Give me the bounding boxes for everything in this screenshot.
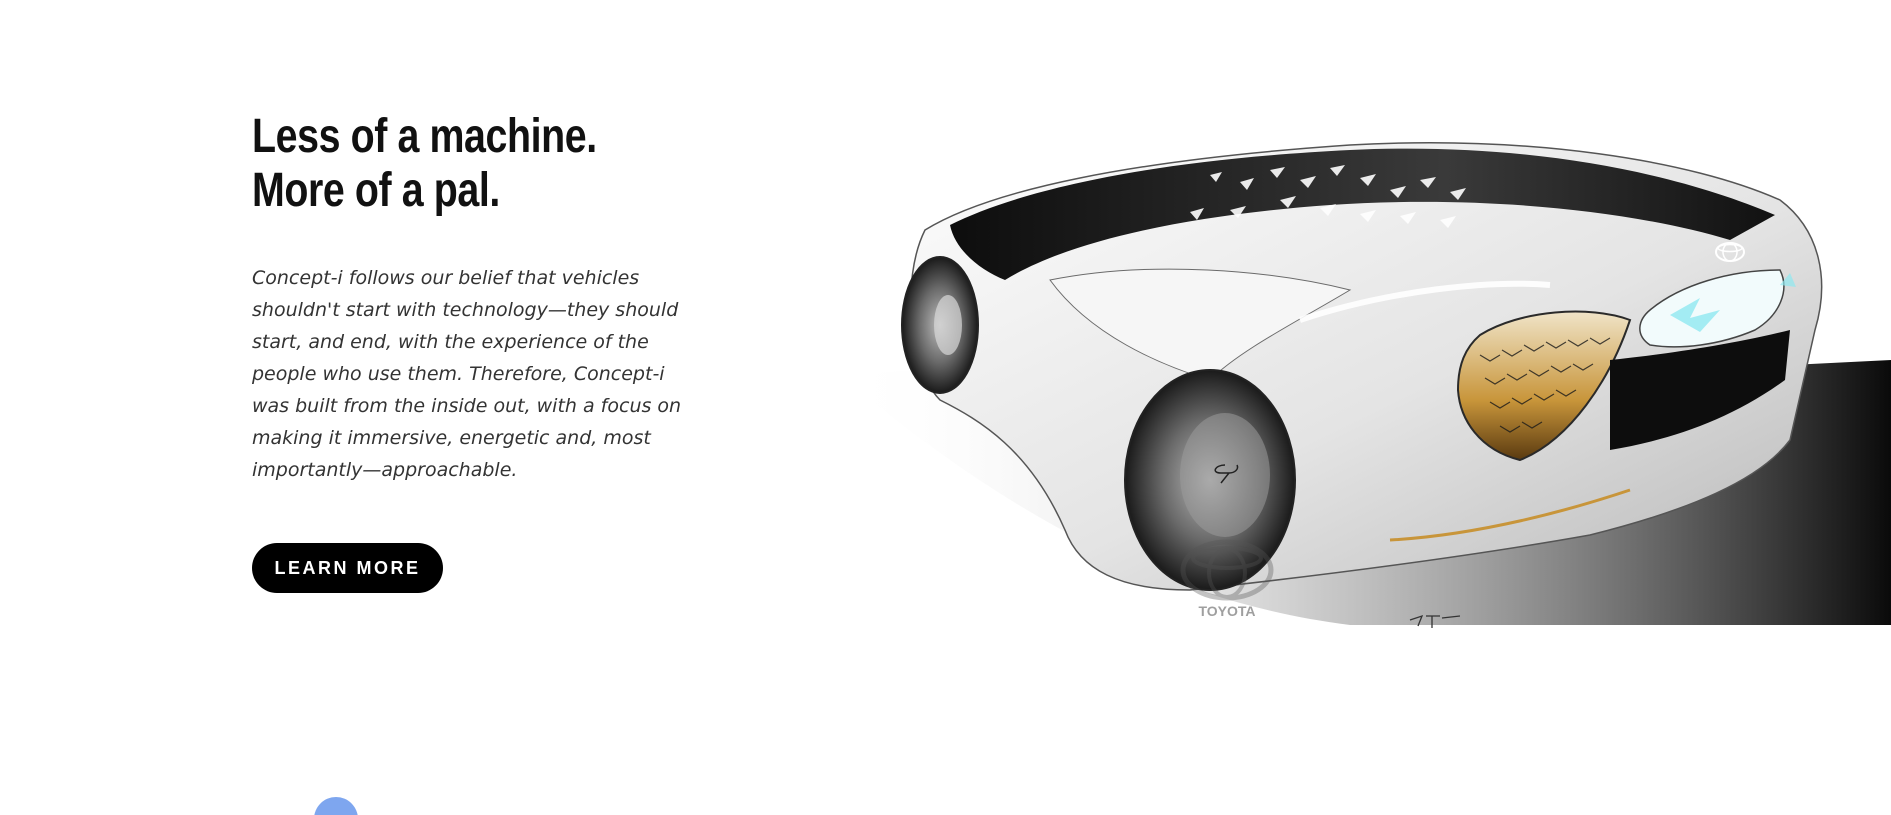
hero-body-text: Concept-i follows our belief that vehicl… <box>252 267 682 481</box>
front-wheel-hub <box>934 295 962 355</box>
blue-decorative-shape <box>314 797 358 815</box>
hero-headline: Less of a machine. More of a pal. <box>252 110 678 218</box>
headline-line-1: Less of a machine. <box>252 110 597 163</box>
rear-wheel-hub <box>1180 413 1270 537</box>
hero-copy: Less of a machine. More of a pal. Concep… <box>252 110 692 486</box>
headline-line-2: More of a pal. <box>252 164 500 217</box>
page: Less of a machine. More of a pal. Concep… <box>0 0 1891 815</box>
toyota-watermark-label: TOYOTA <box>1198 603 1255 619</box>
learn-more-button[interactable]: LEARN MORE <box>252 543 443 593</box>
concept-car-illustration: TOYOTA <box>840 142 1891 628</box>
